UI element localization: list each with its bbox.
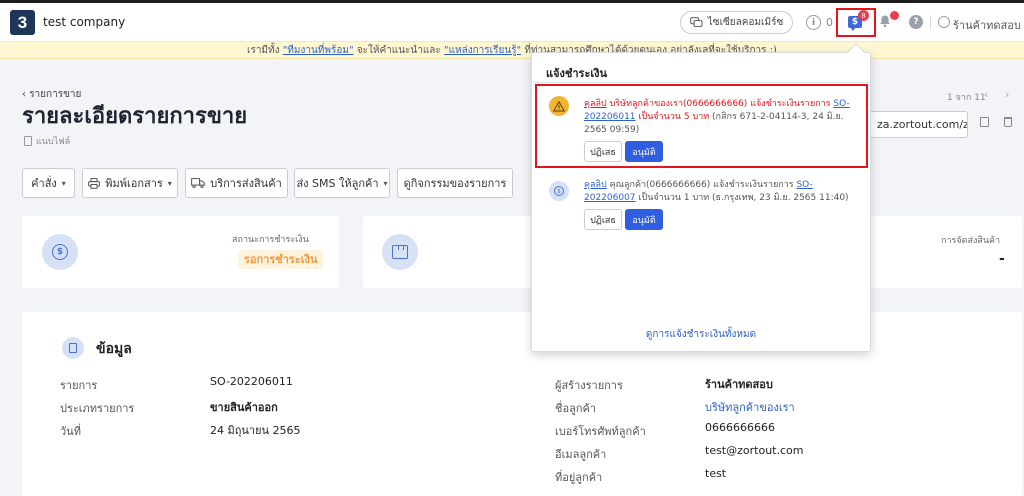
- chevron-down-icon: ▾: [61, 178, 66, 188]
- dollar-icon: $: [52, 244, 68, 260]
- notification-2-amount: เป็นจำนวน 1 บาท: [635, 193, 710, 203]
- copy-icon[interactable]: [980, 117, 989, 127]
- social-commerce-button[interactable]: ไซเซียลคอมเมิร์ซ: [680, 11, 793, 34]
- shipping-status-value: -: [999, 251, 1005, 267]
- order-date-value: 24 มิถุนายน 2565: [210, 424, 301, 437]
- send-sms-label: ส่ง SMS ให้ลูกค้า: [296, 177, 379, 190]
- notification-1-reject-button[interactable]: ปฏิเสธ: [584, 141, 622, 162]
- prev-page-icon[interactable]: ‹: [984, 88, 988, 101]
- notification-2-detail: (ธ.กรุงเทพ, 23 มิ.ย. 2565 11:40): [709, 193, 849, 203]
- customer-email-label: อีเมลลูกค้า: [555, 448, 607, 461]
- support-team-link[interactable]: "ทีมงานที่พร้อม": [283, 45, 354, 56]
- customer-name-link[interactable]: บริษัทลูกค้าของเรา: [705, 398, 795, 416]
- view-activity-label: ดูกิจกรรมของรายการ: [403, 177, 507, 190]
- box-icon: [392, 245, 408, 259]
- chevron-down-icon: ▾: [383, 178, 388, 188]
- command-dropdown-button[interactable]: คำสั่ง ▾: [22, 168, 75, 198]
- attach-file-link[interactable]: แนบไฟล์: [24, 134, 70, 148]
- notification-1-text: คุลลิป บริษัทลูกค้าของเรา(0666666666) แจ…: [584, 98, 864, 137]
- notification-1-approve-button[interactable]: อนุมัติ: [625, 141, 663, 162]
- info-card: [22, 312, 1022, 496]
- info-section-title: ข้อมูล: [96, 341, 132, 357]
- customer-email-value: test@zortout.com: [705, 444, 804, 457]
- notification-2-message: คุณลูกค้า(0666666666) แจ้งชำระเงินรายการ: [606, 180, 797, 190]
- view-activity-button[interactable]: ดูกิจกรรมของรายการ: [397, 168, 513, 198]
- page-title: รายละเอียดรายการขาย: [22, 104, 248, 129]
- customer-address-value: test: [705, 467, 727, 480]
- file-icon: [24, 136, 32, 146]
- payment-status-badge: รอการชำระเงิน: [238, 250, 324, 269]
- payment-notification-dropdown: แจ้งชำระเงิน คุลลิป บริษัทลูกค้าของเรา(0…: [531, 43, 871, 352]
- notification-1-source-link[interactable]: คุลลิป: [584, 99, 607, 109]
- warning-icon: [549, 96, 569, 116]
- payment-info-icon: $: [549, 181, 569, 201]
- payment-status-icon-wrap: $: [42, 234, 78, 270]
- view-all-payment-notifications-link[interactable]: ดูการแจ้งชำระเงินทั้งหมด: [532, 327, 870, 342]
- announcement-middle: จะให้คำแนะนำและ: [353, 45, 444, 56]
- trash-icon[interactable]: [1004, 117, 1012, 127]
- info-icon[interactable]: i: [806, 15, 821, 30]
- order-no-value: SO-202206011: [210, 375, 293, 388]
- dropdown-separator: [532, 82, 870, 83]
- top-navbar: 3 test company ไซเซียลคอมเมิร์ซ i 0 $ 8 …: [0, 3, 1024, 42]
- truck-icon: [191, 178, 206, 188]
- customer-name-label: ชื่อลูกค้า: [555, 402, 597, 415]
- customer-address-label: ที่อยู่ลูกค้า: [555, 471, 603, 484]
- announcement-prefix: เรามีทั้ง: [247, 45, 283, 56]
- print-label: พิมพ์เอกสาร: [105, 177, 163, 190]
- order-type-label: ประเภทรายการ: [60, 402, 135, 415]
- order-date-label: วันที่: [60, 425, 81, 438]
- payment-status-card: $ สถานะการชำระเงิน รอการชำระเงิน: [22, 216, 339, 288]
- clipboard-icon: [69, 343, 77, 353]
- creator-label: ผู้สร้างรายการ: [555, 379, 623, 392]
- company-logo[interactable]: 3: [10, 10, 35, 35]
- notification-2-approve-button[interactable]: อนุมัติ: [625, 209, 663, 230]
- customer-phone-value: 0666666666: [705, 421, 775, 434]
- dropdown-title: แจ้งชำระเงิน: [546, 67, 608, 80]
- shipping-service-button[interactable]: บริการส่งสินค้า: [185, 168, 288, 198]
- notification-2-source-link[interactable]: คุลลิป: [584, 180, 607, 190]
- pager-status: 1 จาก 11: [947, 93, 986, 103]
- print-dropdown-button[interactable]: พิมพ์เอกสาร ▾: [82, 168, 178, 198]
- notification-1-amount: เป็นจำนวน 5 บาท: [635, 112, 710, 122]
- info-count: 0: [826, 16, 833, 29]
- navbar-divider: [930, 15, 931, 30]
- payment-notification-badge: 8: [858, 10, 869, 21]
- user-menu[interactable]: ร้านค้าทดสอบ: [953, 16, 1021, 34]
- send-sms-dropdown-button[interactable]: ส่ง SMS ให้ลูกค้า ▾: [294, 168, 390, 198]
- shipping-status-label: การจัดส่งสินค้า: [941, 236, 1001, 246]
- shipping-status-icon-wrap: [382, 234, 418, 270]
- shipping-service-label: บริการส่งสินค้า: [210, 177, 282, 190]
- chat-icon: [689, 17, 703, 28]
- social-commerce-label: ไซเซียลคอมเมิร์ซ: [707, 17, 784, 28]
- order-no-label: รายการ: [60, 379, 98, 392]
- notification-2-reject-button[interactable]: ปฏิเสธ: [584, 209, 622, 230]
- printer-icon: [88, 177, 101, 189]
- attach-file-label: แนบไฟล์: [36, 137, 71, 147]
- next-page-icon[interactable]: ›: [1005, 88, 1009, 101]
- order-type-value: ขายสินค้าออก: [210, 401, 278, 414]
- learning-resources-link[interactable]: "แหล่งการเรียนรู้": [444, 45, 521, 56]
- notification-1-message: บริษัทลูกค้าของเรา(0666666666) แจ้งชำระเ…: [606, 99, 834, 109]
- user-icon[interactable]: [938, 16, 950, 28]
- payment-status-label: สถานะการชำระเงิน: [232, 235, 309, 245]
- bell-notification-dot: [890, 11, 899, 20]
- notification-2-text: คุลลิป คุณลูกค้า(0666666666) แจ้งชำระเงิ…: [584, 179, 864, 205]
- help-icon[interactable]: ?: [909, 15, 923, 29]
- chevron-down-icon: ▾: [167, 178, 172, 188]
- customer-phone-label: เบอร์โทรศัพท์ลูกค้า: [555, 425, 646, 438]
- share-link-field[interactable]: za.zortout.com/zo2: [866, 111, 968, 138]
- company-name[interactable]: test company: [43, 15, 125, 29]
- clipboard-icon-wrap: [62, 337, 84, 359]
- payment-notification-button[interactable]: $ 8: [836, 8, 876, 37]
- command-label: คำสั่ง: [31, 177, 57, 190]
- creator-value: ร้านค้าทดสอบ: [705, 378, 773, 391]
